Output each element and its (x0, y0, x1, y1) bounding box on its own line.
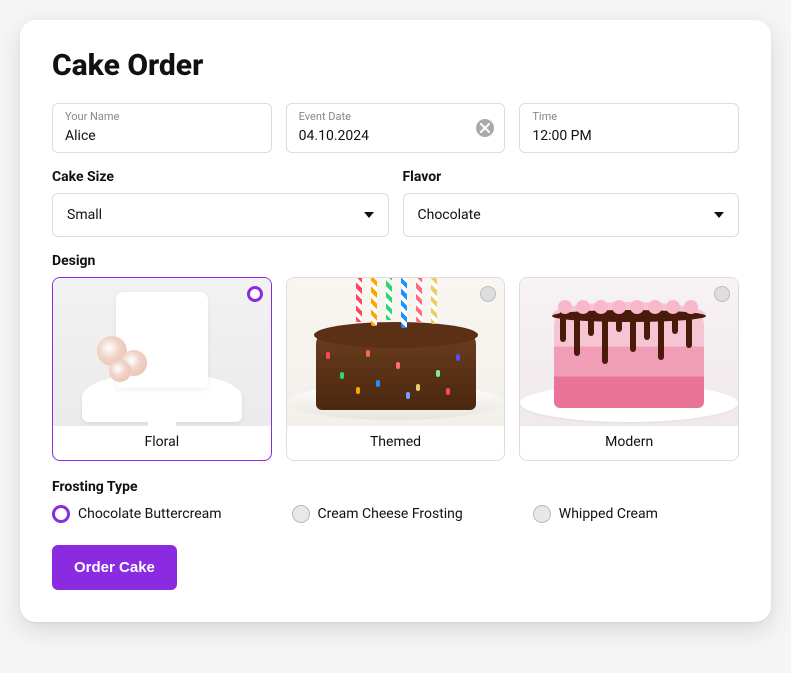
order-cake-button[interactable]: Order Cake (52, 545, 177, 590)
flavor-value: Chocolate (418, 207, 481, 223)
time-label: Time (532, 110, 726, 123)
event-date-field-wrapper[interactable]: Event Date (286, 103, 506, 153)
design-option-themed[interactable]: Themed (286, 277, 506, 461)
frosting-opt-1-label: Cream Cheese Frosting (318, 506, 463, 522)
frosting-option-chocolate-buttercream[interactable]: Chocolate Buttercream (52, 505, 222, 523)
radio-selected-icon (52, 505, 70, 523)
radio-selected-icon (247, 286, 263, 302)
time-input[interactable] (532, 128, 726, 144)
time-field-wrapper[interactable]: Time (519, 103, 739, 153)
flavor-select[interactable]: Chocolate (403, 193, 740, 237)
name-input[interactable] (65, 128, 259, 144)
design-themed-label: Themed (287, 426, 505, 460)
radio-unselected-icon (533, 505, 551, 523)
name-label: Your Name (65, 110, 259, 123)
cake-size-group: Cake Size Small (52, 169, 389, 237)
flavor-label: Flavor (403, 169, 740, 185)
caret-down-icon (714, 212, 724, 218)
themed-cake-image (287, 278, 505, 426)
frosting-opt-0-label: Chocolate Buttercream (78, 506, 222, 522)
modern-cake-image (520, 278, 738, 426)
clear-date-icon[interactable] (476, 119, 494, 137)
frosting-group: Frosting Type Chocolate Buttercream Crea… (52, 479, 739, 523)
cake-size-label: Cake Size (52, 169, 389, 185)
design-floral-label: Floral (53, 426, 271, 460)
flavor-group: Flavor Chocolate (403, 169, 740, 237)
radio-unselected-icon (714, 286, 730, 302)
top-fields-row: Your Name Event Date Time (52, 103, 739, 153)
cake-size-select[interactable]: Small (52, 193, 389, 237)
cake-size-value: Small (67, 207, 102, 223)
design-modern-label: Modern (520, 426, 738, 460)
event-date-input[interactable] (299, 128, 493, 144)
page-title: Cake Order (52, 48, 739, 83)
radio-unselected-icon (292, 505, 310, 523)
frosting-label: Frosting Type (52, 479, 739, 495)
design-option-floral[interactable]: Floral (52, 277, 272, 461)
frosting-option-whipped-cream[interactable]: Whipped Cream (533, 505, 658, 523)
design-options-row: Floral (52, 277, 739, 461)
design-label: Design (52, 253, 739, 269)
caret-down-icon (364, 212, 374, 218)
frosting-option-cream-cheese[interactable]: Cream Cheese Frosting (292, 505, 463, 523)
cake-order-form: Cake Order Your Name Event Date Time Cak… (20, 20, 771, 622)
floral-cake-image (53, 278, 271, 426)
frosting-opt-2-label: Whipped Cream (559, 506, 658, 522)
name-field-wrapper[interactable]: Your Name (52, 103, 272, 153)
design-option-modern[interactable]: Modern (519, 277, 739, 461)
radio-unselected-icon (480, 286, 496, 302)
event-date-label: Event Date (299, 110, 493, 123)
